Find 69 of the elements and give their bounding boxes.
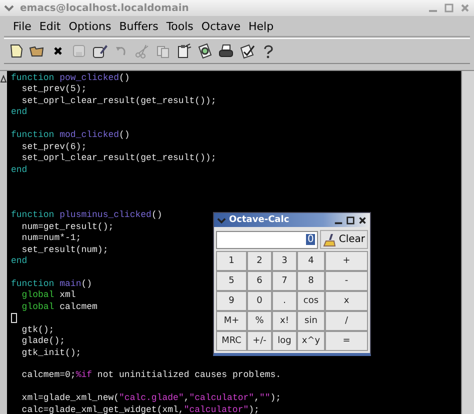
code-line: gtk_init(); (20, 348, 82, 358)
code-line: glade(); (20, 336, 66, 346)
calculator-key[interactable]: 2 (247, 251, 272, 271)
calculator-key[interactable]: MRC (216, 331, 247, 351)
code-line: function main() (11, 278, 92, 289)
new-icon[interactable] (8, 43, 24, 59)
window-menu-icon[interactable] (217, 216, 226, 224)
calculator-key[interactable]: x! (272, 311, 297, 331)
calculator-key[interactable]: x (325, 291, 368, 311)
window-title: Octave-Calc (229, 215, 290, 225)
code-line: calcmem=0;%if not uninitialized causes problems. (20, 370, 282, 380)
menu-item[interactable]: File (10, 18, 34, 34)
code-line: function pow_clicked() (11, 73, 130, 83)
paste-icon[interactable] (176, 43, 192, 59)
calculator-key[interactable]: +/- (247, 331, 272, 351)
calculator-key[interactable]: sin (297, 311, 325, 331)
menu-item[interactable]: Octave (198, 18, 244, 34)
text-cursor (11, 313, 17, 324)
menu-item[interactable]: Options (66, 18, 114, 34)
calculator-key[interactable]: - (325, 271, 368, 291)
calculator-key[interactable]: 6 (247, 271, 272, 291)
code-line: end (11, 256, 28, 266)
code-line: num=num*-1; (20, 233, 82, 244)
code-line: xml=glade_xml_new("calc.glade","calculator",""); (20, 393, 282, 404)
menu-item[interactable]: Edit (36, 18, 64, 34)
window-title: emacs@localhost.localdomain (20, 2, 190, 14)
code-line: set_oprl_clear_result(get_result()); (20, 153, 216, 164)
menu-item[interactable]: Help (245, 18, 277, 34)
calculator-key[interactable]: . (272, 291, 297, 311)
calculator-key[interactable]: 1 (216, 251, 247, 271)
code-line: function plusminus_clicked() (11, 210, 162, 220)
calculator-key[interactable]: cos (297, 291, 325, 311)
print-icon[interactable] (218, 43, 234, 59)
scrollbar[interactable] (461, 71, 474, 414)
code-line: global xml (20, 290, 76, 300)
calculator-key[interactable]: x^y (297, 331, 325, 351)
menu-item[interactable]: Buffers (116, 18, 162, 34)
code-line: set_prev(6); (20, 142, 87, 152)
code-line: gtk(); (20, 324, 54, 335)
maximize-icon[interactable] (346, 216, 355, 224)
code-line: end (11, 164, 28, 174)
calculator-key[interactable]: M+ (216, 311, 247, 331)
calculator-key[interactable]: % (247, 311, 272, 331)
code-line: function mod_clicked() (11, 130, 130, 140)
calculator-key[interactable]: log (272, 331, 297, 351)
display-field[interactable]: 0 (216, 230, 318, 248)
menu-item[interactable]: Tools (163, 18, 196, 34)
code-line: end (11, 107, 28, 118)
code-line: set_result(num); (20, 244, 108, 255)
calculator-key[interactable]: 3 (272, 251, 297, 271)
brush-icon (322, 232, 337, 246)
close-icon[interactable] (358, 216, 367, 224)
code-line: set_prev(5); (20, 84, 87, 94)
calculator-key[interactable]: 8 (297, 271, 325, 291)
calculator-key[interactable]: 5 (216, 271, 247, 291)
calculator-key[interactable]: 0 (247, 291, 272, 311)
calculator-key[interactable]: 7 (272, 271, 297, 291)
fringe-marker-icon (0, 75, 7, 83)
calculator-key[interactable]: 4 (297, 251, 325, 271)
code-line: num=get_result(); (20, 222, 114, 232)
calculator-key[interactable]: + (325, 251, 368, 271)
code-line: set_oprl_clear_result(get_result()); (20, 96, 216, 106)
calculator-key[interactable]: = (325, 331, 368, 351)
clear-button[interactable]: Clear (320, 230, 368, 249)
code-line: global calcmem (20, 302, 98, 312)
calculator-key[interactable]: / (325, 311, 368, 331)
window-menu-icon[interactable] (4, 3, 14, 13)
code-line: calc=glade_xml_get_widget(xml,"calculator"); (20, 404, 260, 414)
calculator-key[interactable]: 9 (216, 291, 247, 311)
